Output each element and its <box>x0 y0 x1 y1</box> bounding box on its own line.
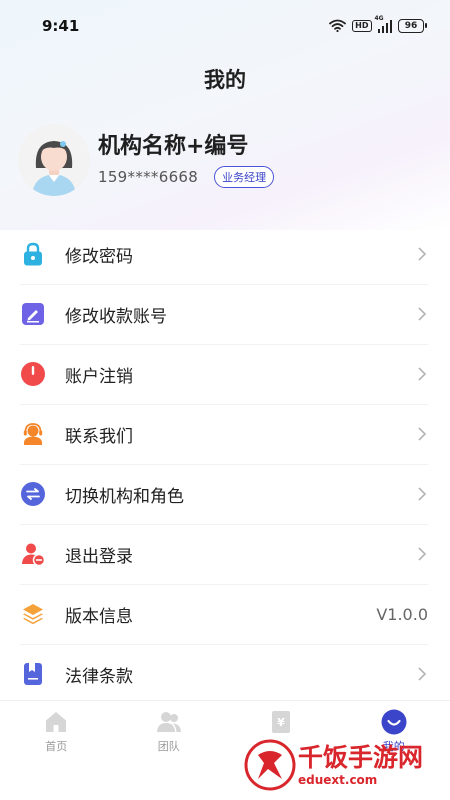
signal-icon: 4G <box>375 15 392 33</box>
tab-team[interactable]: 团队 <box>113 709 225 800</box>
role-badge: 业务经理 <box>214 166 275 188</box>
menu-item-label: 修改密码 <box>65 246 133 267</box>
bookmark-icon <box>20 661 46 687</box>
menu-item-label: 退出登录 <box>65 546 133 567</box>
page-title: 我的 <box>204 68 246 92</box>
chevron-right-icon <box>416 485 428 503</box>
edit-icon <box>20 301 46 327</box>
menu-item-contact-us[interactable]: 联系我们 <box>0 404 450 464</box>
chevron-right-icon <box>416 245 428 263</box>
avatar[interactable] <box>18 124 90 196</box>
battery-icon: 96 <box>398 19 427 33</box>
status-icons: HD 4G 96 <box>329 15 427 36</box>
watermark-url: eduext.com <box>298 773 378 787</box>
chevron-right-icon <box>416 665 428 683</box>
menu-item-switch-org-role[interactable]: 切换机构和角色 <box>0 464 450 524</box>
profile-info: 机构名称+编号 159****6668 业务经理 <box>98 132 275 188</box>
menu-item-label: 账户注销 <box>65 366 133 387</box>
tab-label: 首页 <box>45 740 68 753</box>
watermark-logo <box>244 739 296 791</box>
chevron-right-icon <box>416 545 428 563</box>
org-name: 机构名称+编号 <box>98 134 249 159</box>
menu-item-label: 版本信息 <box>65 606 133 627</box>
chevron-right-icon <box>416 365 428 383</box>
switch-icon <box>20 481 46 507</box>
profile-sub-row: 159****6668 业务经理 <box>98 166 275 188</box>
logout-icon <box>20 541 46 567</box>
menu-item-change-payment-account[interactable]: 修改收款账号 <box>0 284 450 344</box>
settings-menu: 修改密码 修改收款账号 账户注销 联系我们 切换机构和角色 退出登录 版本信息 … <box>0 224 450 704</box>
chevron-right-icon <box>416 425 428 443</box>
watermark-text: 千饭手游网 eduext.com <box>298 743 423 787</box>
menu-item-label: 切换机构和角色 <box>65 486 184 507</box>
profile-card[interactable]: 机构名称+编号 159****6668 业务经理 <box>18 124 438 196</box>
profile-icon <box>381 709 407 735</box>
status-time: 9:41 <box>42 17 80 35</box>
hd-icon: HD <box>352 20 372 32</box>
headset-icon <box>20 421 46 447</box>
menu-item-label: 法律条款 <box>65 666 133 687</box>
power-icon <box>20 361 46 387</box>
menu-item-cancel-account[interactable]: 账户注销 <box>0 344 450 404</box>
layers-icon <box>20 601 46 627</box>
version-value: V1.0.0 <box>376 604 428 624</box>
menu-item-label: 联系我们 <box>65 426 133 447</box>
wifi-icon <box>329 17 347 36</box>
money-icon: ¥ <box>268 709 294 735</box>
tab-home[interactable]: 首页 <box>0 709 112 800</box>
lock-icon <box>20 241 46 267</box>
chevron-right-icon <box>416 305 428 323</box>
phone-number: 159****6668 <box>98 168 199 186</box>
menu-item-label: 修改收款账号 <box>65 306 167 327</box>
home-icon <box>43 709 69 735</box>
menu-item-version-info[interactable]: 版本信息 V1.0.0 <box>0 584 450 644</box>
network-type-label: 4G <box>374 14 384 22</box>
menu-item-change-password[interactable]: 修改密码 <box>0 224 450 284</box>
menu-item-legal-terms[interactable]: 法律条款 <box>0 644 450 704</box>
watermark-title: 千饭手游网 <box>298 743 424 772</box>
status-bar: 9:41 HD 4G 96 <box>0 0 450 52</box>
tab-label: 团队 <box>157 740 180 753</box>
menu-item-logout[interactable]: 退出登录 <box>0 524 450 584</box>
team-icon <box>156 709 182 735</box>
svg-text:¥: ¥ <box>277 716 285 729</box>
watermark: 千饭手游网 eduext.com <box>244 734 444 796</box>
